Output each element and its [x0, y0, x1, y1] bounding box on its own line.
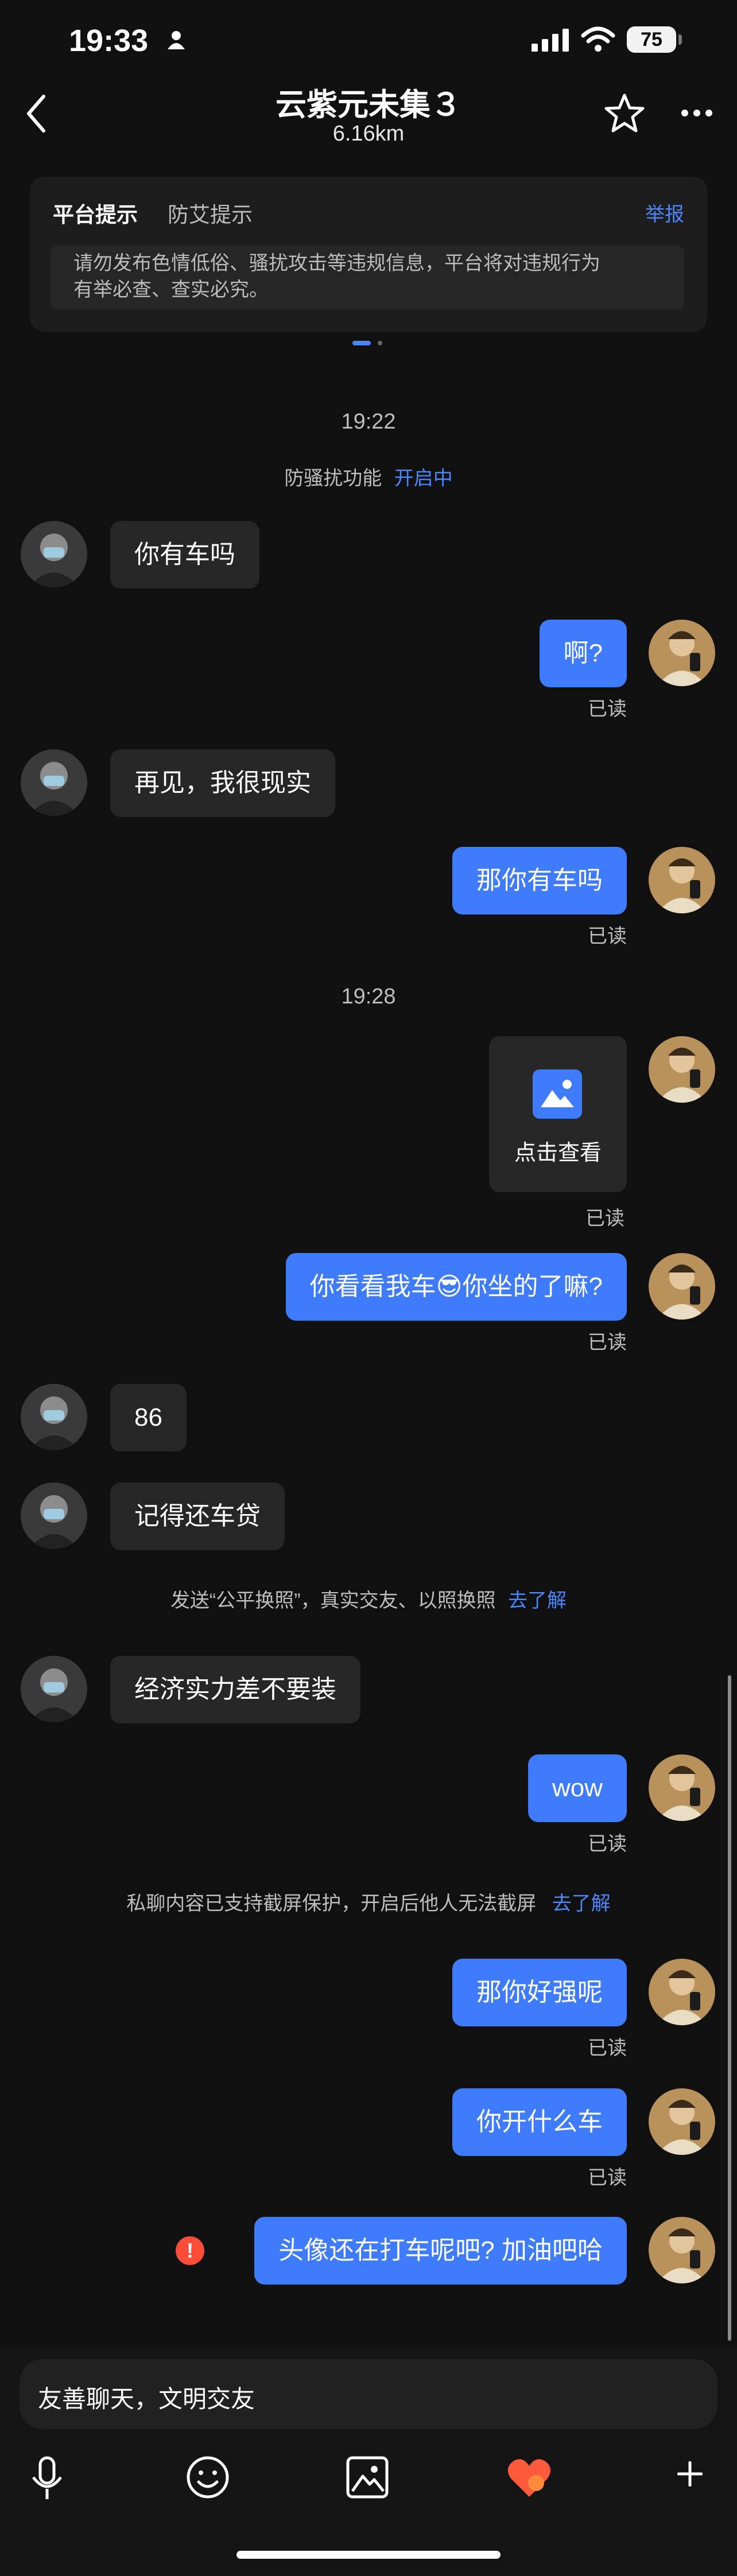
page-indicator — [378, 341, 382, 345]
fair-photo-exchange-notice: 发送“公平换照”，真实交友、以照换照 去了解 — [0, 1585, 737, 1613]
incoming-message[interactable]: 你有车吗 — [110, 521, 259, 589]
message-text: 你坐的了嘛? — [462, 1273, 603, 1301]
my-avatar[interactable] — [649, 1959, 715, 2025]
anti-harass-label: 防骚扰功能 — [284, 468, 382, 489]
read-receipt: 已读 — [585, 1208, 624, 1229]
image-view-label: 点击查看 — [514, 1141, 602, 1165]
more-icon[interactable] — [681, 109, 713, 120]
cellular-signal-icon — [532, 29, 569, 55]
star-icon[interactable] — [603, 92, 646, 138]
message-input-placeholder: 友善聊天，文明交友 — [38, 2386, 255, 2412]
other-avatar[interactable] — [21, 749, 87, 816]
emoji-icon[interactable] — [185, 2454, 231, 2503]
notice-body: 请勿发布色情低俗、骚扰攻击等违规信息，平台将对违规行为 有举必查、查实必究。 — [51, 246, 684, 310]
other-avatar[interactable] — [21, 521, 87, 587]
outgoing-message[interactable]: 你开什么车 — [452, 2088, 627, 2156]
outgoing-message[interactable]: 头像还在打车呢吧? 加油吧哈 — [254, 2217, 627, 2285]
notice-line-1: 请勿发布色情低俗、骚扰攻击等违规信息，平台将对违规行为 — [73, 252, 600, 274]
notice-line-2: 有举必查、查实必究。 — [73, 279, 269, 301]
heart-gift-icon[interactable] — [506, 2456, 552, 2502]
my-avatar[interactable] — [649, 1036, 715, 1103]
incoming-message[interactable]: 记得还车贷 — [110, 1482, 285, 1550]
other-avatar[interactable] — [21, 1384, 87, 1450]
my-avatar[interactable] — [649, 1754, 715, 1821]
send-failed-icon[interactable]: ! — [176, 2236, 204, 2265]
image-icon — [533, 1069, 582, 1122]
report-link[interactable]: 举报 — [645, 199, 684, 227]
microphone-icon[interactable] — [29, 2456, 65, 2504]
plus-icon[interactable] — [677, 2461, 703, 2489]
timestamp: 19:28 — [341, 985, 396, 1009]
read-receipt: 已读 — [588, 1833, 627, 1855]
outgoing-message[interactable]: 那你有车吗 — [452, 847, 627, 915]
other-avatar[interactable] — [21, 1482, 87, 1549]
screenshot-protection-notice: 私聊内容已支持截屏保护，开启后他人无法截屏 去了解 — [0, 1888, 737, 1916]
page-indicator-active — [352, 341, 371, 345]
my-avatar[interactable] — [649, 2217, 715, 2283]
incoming-message[interactable]: 86 — [110, 1384, 187, 1452]
incoming-message[interactable]: 再见，我很现实 — [110, 749, 335, 817]
read-receipt: 已读 — [588, 2167, 627, 2189]
status-time: 19:33 — [69, 24, 149, 58]
tab-aids-notice[interactable]: 防艾提示 — [168, 197, 253, 228]
read-receipt: 已读 — [588, 698, 627, 720]
system-text: 私聊内容已支持截屏保护，开启后他人无法截屏 — [126, 1893, 537, 1915]
person-icon — [166, 30, 186, 52]
learn-more-link[interactable]: 去了解 — [552, 1893, 611, 1915]
battery-cap — [678, 34, 682, 45]
outgoing-message[interactable]: wow — [527, 1754, 627, 1822]
anti-harass-status-link[interactable]: 开启中 — [394, 468, 453, 489]
battery-level: 75 — [641, 28, 662, 50]
learn-more-link[interactable]: 去了解 — [508, 1590, 567, 1612]
outgoing-message[interactable]: 那你好强呢 — [452, 1959, 627, 2026]
timestamp: 19:22 — [341, 410, 396, 434]
wifi-icon — [581, 25, 615, 56]
system-text: 发送“公平换照”，真实交友、以照换照 — [170, 1590, 496, 1612]
my-avatar[interactable] — [649, 847, 715, 913]
home-indicator — [236, 2551, 501, 2559]
tab-platform-notice[interactable]: 平台提示 — [53, 197, 138, 228]
outgoing-message[interactable]: 你看看我车😎你坐的了嘛? — [285, 1253, 627, 1321]
battery-icon: 75 — [627, 26, 676, 53]
image-icon[interactable] — [346, 2456, 389, 2502]
my-avatar[interactable] — [649, 2088, 715, 2155]
read-receipt: 已读 — [588, 2037, 627, 2059]
read-receipt: 已读 — [588, 1332, 627, 1353]
read-receipt: 已读 — [588, 925, 627, 947]
outgoing-message[interactable]: 啊? — [539, 620, 627, 687]
my-avatar[interactable] — [649, 620, 715, 686]
incoming-message[interactable]: 经济实力差不要装 — [110, 1656, 360, 1723]
other-avatar[interactable] — [21, 1656, 87, 1722]
my-avatar[interactable] — [649, 1253, 715, 1320]
anti-harass-notice: 防骚扰功能 开启中 — [0, 462, 737, 491]
scrollbar[interactable] — [728, 1675, 731, 2341]
message-text: 你看看我车 — [309, 1273, 436, 1301]
emoji: 😎 — [436, 1273, 463, 1301]
